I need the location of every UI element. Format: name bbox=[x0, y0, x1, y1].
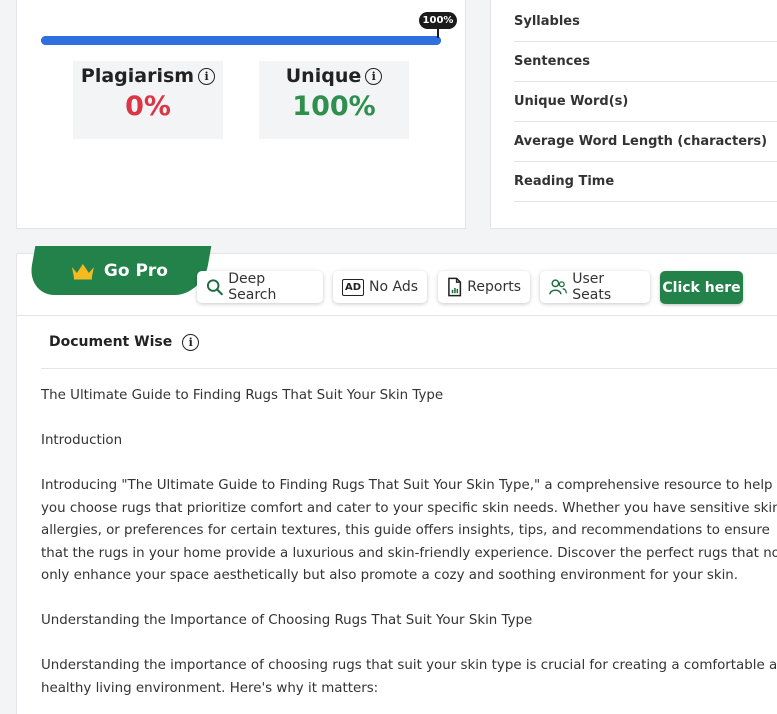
metric-unique-words: Unique Word(s) bbox=[514, 82, 777, 122]
unique-label: Unique bbox=[285, 65, 362, 87]
doc-paragraph: Introducing "The Ultimate Guide to Findi… bbox=[41, 478, 777, 583]
unique-value: 100% bbox=[292, 91, 376, 122]
plagiarism-label: Plagiarism bbox=[80, 65, 195, 87]
progress-bar bbox=[41, 36, 441, 45]
text-metrics-card: Syllables Sentences Unique Word(s) Avera… bbox=[490, 0, 777, 229]
document-wise-header: Document Wise i bbox=[41, 316, 777, 369]
metric-sentences: Sentences bbox=[514, 42, 777, 82]
no-ads-label: No Ads bbox=[369, 279, 418, 295]
document-text: The Ultimate Guide to Finding Rugs That … bbox=[41, 385, 777, 714]
metric-average-word-length: Average Word Length (characters) bbox=[514, 122, 777, 162]
info-icon[interactable]: i bbox=[198, 67, 216, 85]
go-pro-banner[interactable]: Go Pro bbox=[26, 246, 212, 295]
progress-badge-pointer bbox=[437, 28, 439, 38]
user-seats-button[interactable]: User Seats bbox=[540, 271, 650, 303]
doc-section-heading: Understanding the Importance of Choosing… bbox=[41, 613, 533, 628]
plagiarism-summary-card: 100% Plagiarism i 0% Unique i 100% bbox=[16, 0, 466, 229]
info-icon[interactable]: i bbox=[182, 333, 200, 351]
document-card: Go Pro Deep Search AD No Ads Reports Use… bbox=[16, 246, 777, 714]
users-icon bbox=[549, 279, 567, 295]
document-wise-title: Document Wise bbox=[49, 334, 173, 350]
user-seats-label: User Seats bbox=[572, 271, 612, 303]
progress-fill bbox=[41, 36, 441, 45]
plagiarism-stat: Plagiarism i 0% bbox=[73, 61, 223, 139]
metric-syllables: Syllables bbox=[514, 2, 777, 42]
reports-label: Reports bbox=[467, 279, 521, 295]
doc-introduction-heading: Introduction bbox=[41, 433, 123, 448]
plagiarism-value: 0% bbox=[125, 91, 171, 122]
crown-icon bbox=[71, 263, 94, 279]
report-document-icon bbox=[448, 277, 462, 297]
doc-paragraph: Understanding the importance of choosing… bbox=[41, 658, 777, 696]
reports-button[interactable]: Reports bbox=[438, 271, 530, 303]
progress-badge: 100% bbox=[419, 12, 457, 29]
search-icon bbox=[206, 279, 223, 296]
ad-icon: AD bbox=[342, 278, 364, 296]
go-pro-label: Go Pro bbox=[103, 260, 169, 281]
metric-reading-time: Reading Time bbox=[514, 162, 777, 202]
no-ads-button[interactable]: AD No Ads bbox=[333, 271, 427, 303]
deep-search-button[interactable]: Deep Search bbox=[197, 271, 323, 303]
unique-stat: Unique i 100% bbox=[259, 61, 409, 139]
pro-features-bar: Go Pro Deep Search AD No Ads Reports Use… bbox=[17, 246, 777, 316]
click-here-button[interactable]: Click here bbox=[660, 271, 743, 304]
info-icon[interactable]: i bbox=[365, 67, 383, 85]
doc-heading: The Ultimate Guide to Finding Rugs That … bbox=[41, 388, 444, 403]
deep-search-label: Deep Search bbox=[228, 271, 277, 303]
